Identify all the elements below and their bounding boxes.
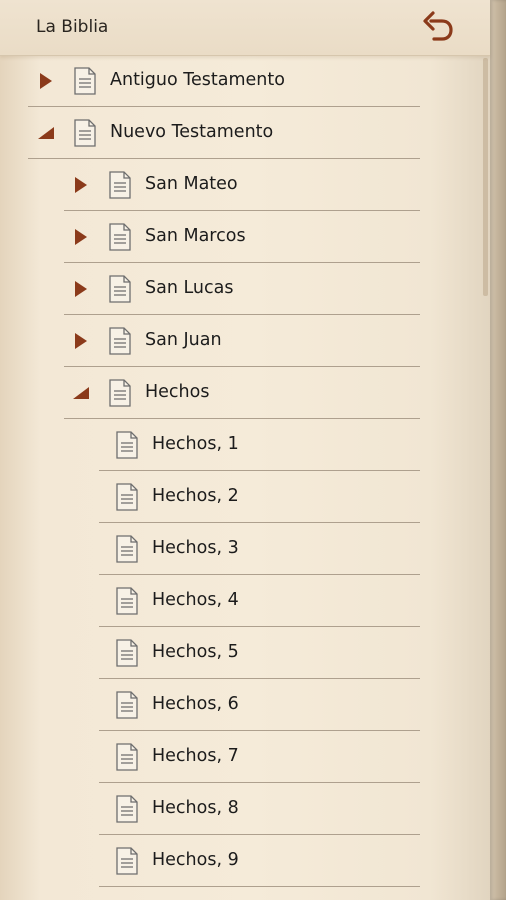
tree-item-nuevo-testamento[interactable]: Nuevo Testamento <box>0 107 480 159</box>
scrollbar[interactable] <box>483 58 488 898</box>
chapter-item[interactable]: Hechos, 4 <box>0 575 480 627</box>
tree-item-label: Antiguo Testamento <box>110 70 285 90</box>
document-icon <box>116 847 138 875</box>
tree-item-san-marcos[interactable]: San Marcos <box>0 211 480 263</box>
tree-item-label: San Juan <box>145 330 222 350</box>
divider <box>99 886 420 887</box>
expand-arrow-icon[interactable] <box>72 228 90 246</box>
collapse-arrow-icon[interactable] <box>37 124 55 142</box>
document-icon <box>74 119 96 147</box>
chapter-label: Hechos, 9 <box>152 850 239 870</box>
chapter-label: Hechos, 7 <box>152 746 239 766</box>
document-icon <box>109 275 131 303</box>
tree-item-san-lucas[interactable]: San Lucas <box>0 263 480 315</box>
document-icon <box>74 67 96 95</box>
chapter-label: Hechos, 8 <box>152 798 239 818</box>
page-edge <box>490 0 506 900</box>
document-icon <box>116 691 138 719</box>
tree-item-san-juan[interactable]: San Juan <box>0 315 480 367</box>
scrollbar-thumb[interactable] <box>483 58 488 296</box>
document-icon <box>116 743 138 771</box>
chapter-item[interactable]: Hechos, 2 <box>0 471 480 523</box>
document-icon <box>116 431 138 459</box>
chapter-item[interactable]: Hechos, 6 <box>0 679 480 731</box>
chapter-label: Hechos, 4 <box>152 590 239 610</box>
chapter-item[interactable]: Hechos, 8 <box>0 783 480 835</box>
document-icon <box>116 639 138 667</box>
chapter-label: Hechos, 3 <box>152 538 239 558</box>
chapter-label: Hechos, 6 <box>152 694 239 714</box>
tree-item-hechos[interactable]: Hechos <box>0 367 480 419</box>
expand-arrow-icon[interactable] <box>72 280 90 298</box>
undo-arrow-icon <box>423 11 453 41</box>
document-icon <box>109 171 131 199</box>
chapter-item[interactable]: Hechos, 5 <box>0 627 480 679</box>
chapter-label: Hechos, 1 <box>152 434 239 454</box>
tree-item-label: Hechos <box>145 382 210 402</box>
chapter-item[interactable]: Hechos, 7 <box>0 731 480 783</box>
back-button[interactable] <box>420 10 456 44</box>
document-icon <box>116 795 138 823</box>
expand-arrow-icon[interactable] <box>37 72 55 90</box>
document-icon <box>116 483 138 511</box>
document-icon <box>109 379 131 407</box>
expand-arrow-icon[interactable] <box>72 176 90 194</box>
document-icon <box>109 327 131 355</box>
tree-item-label: San Mateo <box>145 174 238 194</box>
document-icon <box>109 223 131 251</box>
expand-arrow-icon[interactable] <box>72 332 90 350</box>
chapter-label: Hechos, 5 <box>152 642 239 662</box>
document-icon <box>116 587 138 615</box>
document-icon <box>116 535 138 563</box>
book-tree: Antiguo Testamento Nuevo Testamento San … <box>0 55 480 887</box>
tree-item-san-mateo[interactable]: San Mateo <box>0 159 480 211</box>
tree-item-label: Nuevo Testamento <box>110 122 274 142</box>
tree-item-label: San Marcos <box>145 226 246 246</box>
collapse-arrow-icon[interactable] <box>72 384 90 402</box>
chapter-item[interactable]: Hechos, 9 <box>0 835 480 887</box>
tree-item-label: San Lucas <box>145 278 234 298</box>
app-header: La Biblia <box>0 0 490 56</box>
tree-item-antiguo-testamento[interactable]: Antiguo Testamento <box>0 55 480 107</box>
app-title: La Biblia <box>36 17 109 37</box>
chapter-item[interactable]: Hechos, 3 <box>0 523 480 575</box>
chapter-item[interactable]: Hechos, 1 <box>0 419 480 471</box>
chapter-label: Hechos, 2 <box>152 486 239 506</box>
